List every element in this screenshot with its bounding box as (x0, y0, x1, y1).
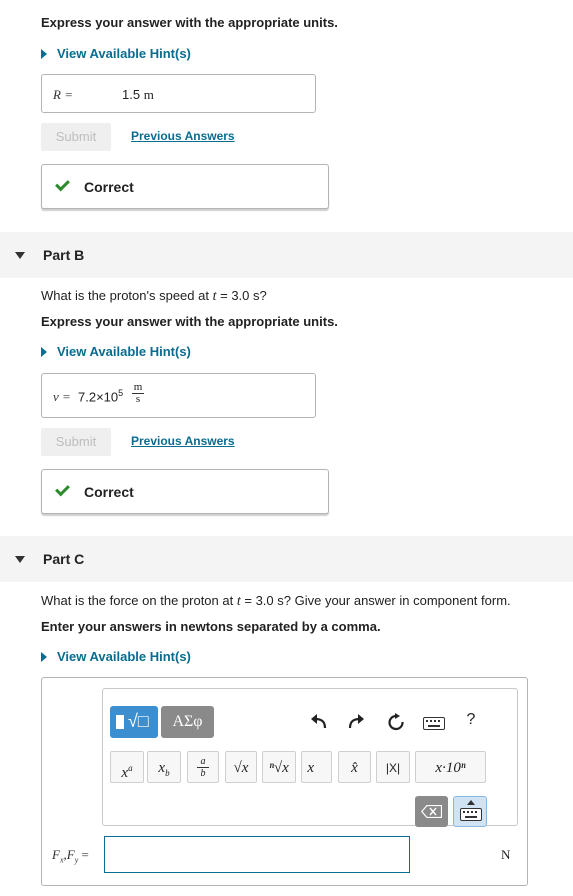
nthroot-button[interactable]: ⁿ√x (262, 751, 296, 783)
keyboard-icon[interactable] (423, 717, 445, 730)
answer-label: Fx,Fy = (52, 847, 89, 865)
expand-triangle-icon (41, 652, 47, 662)
redo-icon[interactable] (347, 713, 365, 731)
arrow-up-icon (467, 800, 475, 805)
templates-icon: √□ (128, 711, 149, 731)
part-b-submit-button[interactable]: Submit (41, 428, 111, 456)
part-b-answer-field[interactable]: v = 7.2×105 m s (41, 373, 316, 418)
collapse-arrow-icon (15, 252, 25, 259)
math-toolbar: √□ ΑΣφ ? xa xb ab √x ⁿ√x x⃗ x̂ |X| x·10ⁿ (102, 688, 518, 827)
part-b-feedback: Correct (41, 469, 329, 514)
keyboard-icon (460, 808, 482, 821)
part-c-question: What is the force on the proton at t = 3… (41, 593, 511, 609)
part-c-answer-panel: √□ ΑΣφ ? xa xb ab √x ⁿ√x x⃗ x̂ |X| x·10ⁿ… (41, 677, 528, 886)
expand-triangle-icon (41, 49, 47, 59)
sci-notation-button[interactable]: x·10ⁿ (415, 751, 486, 783)
answer-value: 1.5 m (122, 87, 154, 102)
subscript-button[interactable]: xb (147, 751, 181, 783)
answer-label: R = (53, 87, 73, 102)
hint-label: View Available Hint(s) (57, 344, 191, 359)
part-c-hint-link[interactable]: View Available Hint(s) (41, 649, 191, 664)
part-a-previous-answers-link[interactable]: Previous Answers (131, 129, 235, 143)
feedback-text: Correct (84, 179, 134, 195)
sqrt-button[interactable]: √x (225, 751, 257, 783)
answer-value: 7.2×105 (78, 388, 124, 405)
feedback-text: Correct (84, 484, 134, 500)
answer-unit: m s (132, 381, 144, 405)
check-icon (55, 176, 70, 192)
backspace-button[interactable] (415, 796, 448, 827)
part-c-header[interactable]: Part C (0, 536, 573, 582)
part-b-question: What is the proton's speed at t = 3.0 s? (41, 288, 267, 304)
part-c-answer-input[interactable] (104, 836, 410, 873)
template-box-icon (116, 715, 124, 729)
part-b-header[interactable]: Part B (0, 232, 573, 278)
help-icon[interactable]: ? (462, 711, 480, 729)
check-icon (55, 481, 70, 497)
hint-label: View Available Hint(s) (57, 649, 191, 664)
fraction-button[interactable]: ab (187, 751, 219, 783)
answer-unit: N (501, 847, 511, 862)
part-b-previous-answers-link[interactable]: Previous Answers (131, 434, 235, 448)
part-c-instruction: Enter your answers in newtons separated … (41, 619, 381, 634)
expand-triangle-icon (41, 347, 47, 357)
undo-icon[interactable] (310, 713, 328, 731)
superscript-button[interactable]: xa (110, 751, 144, 783)
part-b-hint-link[interactable]: View Available Hint(s) (41, 344, 191, 359)
part-a-answer-field[interactable]: R = 1.5 m (41, 74, 316, 113)
part-a-feedback: Correct (41, 164, 329, 209)
symbols-button[interactable]: ΑΣφ (161, 706, 214, 738)
reset-icon[interactable] (387, 713, 405, 731)
part-b-instruction: Express your answer with the appropriate… (41, 314, 338, 329)
vector-button[interactable]: x⃗ (301, 751, 332, 783)
part-title: Part C (43, 551, 85, 567)
part-a-hint-link[interactable]: View Available Hint(s) (41, 46, 191, 61)
hint-label: View Available Hint(s) (57, 46, 191, 61)
backspace-icon (421, 805, 442, 818)
part-a-submit-button[interactable]: Submit (41, 123, 111, 151)
part-title: Part B (43, 247, 85, 263)
part-a-instruction: Express your answer with the appropriate… (41, 15, 338, 30)
abs-value-button[interactable]: |X| (376, 751, 410, 783)
templates-button[interactable]: √□ (110, 706, 158, 738)
collapse-arrow-icon (15, 556, 25, 563)
keyboard-toggle-button[interactable] (453, 796, 487, 827)
answer-label: v = (53, 389, 71, 404)
unit-vector-button[interactable]: x̂ (338, 751, 371, 783)
